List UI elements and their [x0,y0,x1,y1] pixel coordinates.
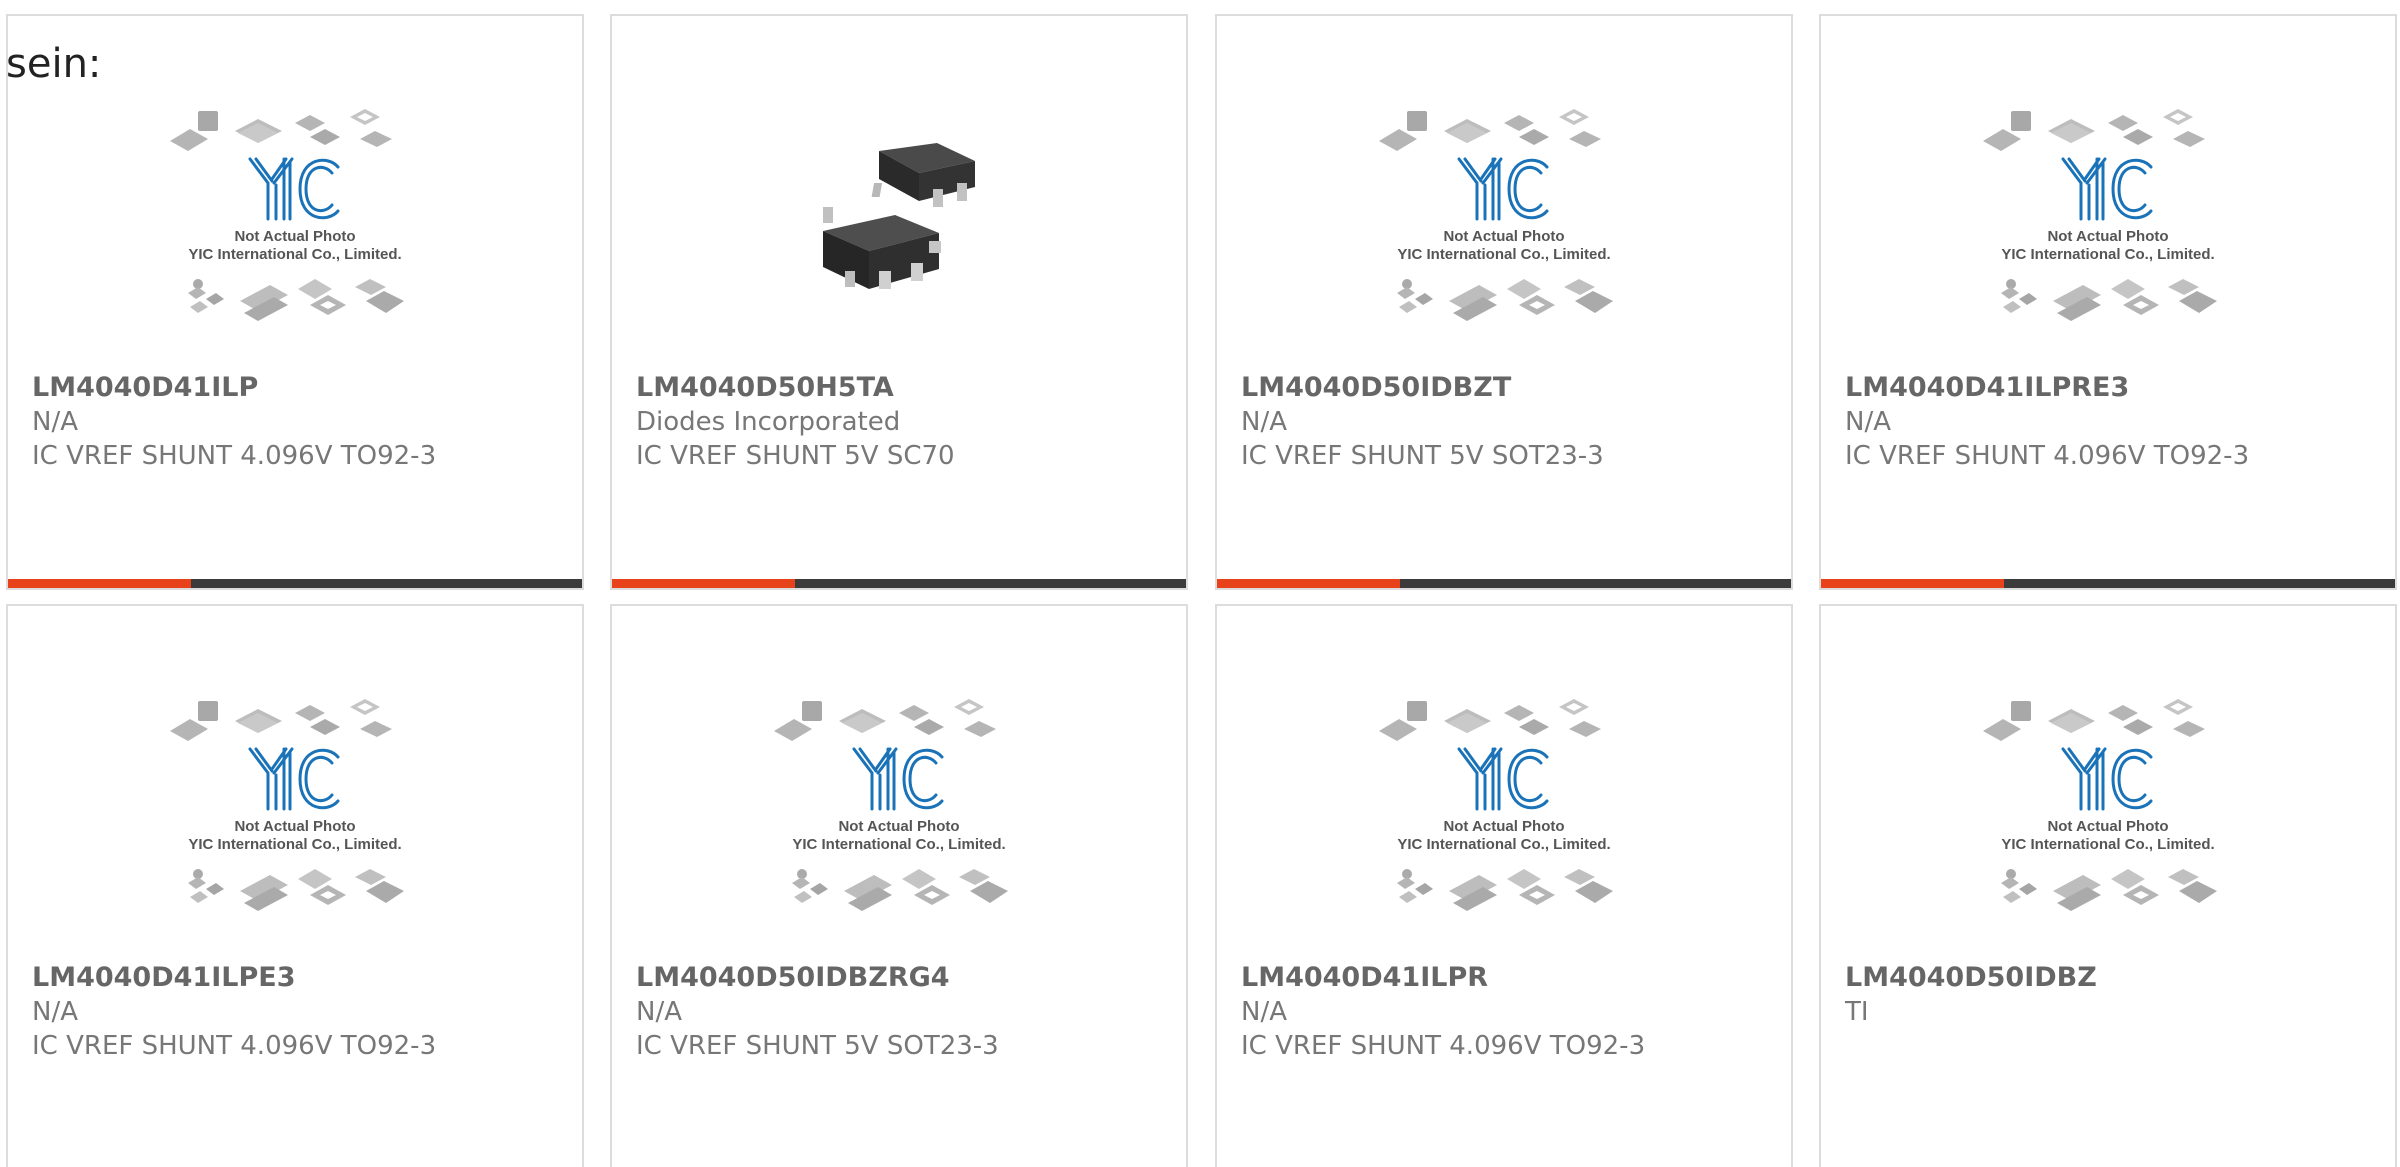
placeholder-line1: Not Actual Photo [234,818,355,835]
description: IC VREF SHUNT 5V SC70 [636,441,955,471]
product-info: LM4040D50H5TA Diodes Incorporated IC VREF … [636,371,1176,473]
product-image[interactable]: Not Actual Photo YIC International Co., … [1821,86,2395,356]
placeholder-line1: Not Actual Photo [2047,818,2168,835]
card-bottom-bar-accent [8,579,191,588]
product-info: LM4040D50IDBZ TI [1845,961,2385,1029]
yic-placeholder-image: Not Actual Photo YIC International Co., … [774,699,1008,911]
card-bottom-bar [1821,579,2395,588]
product-info: LM4040D41ILPR N/A IC VREF SHUNT 4.096V TO9… [1241,961,1781,1063]
yic-placeholder-image: Not Actual Photo YIC International Co., … [170,699,404,911]
part-number-link[interactable]: LM4040D41ILPE3 [32,961,572,995]
placeholder-line1: Not Actual Photo [1443,818,1564,835]
part-number-link[interactable]: LM4040D41ILPR [1241,961,1781,995]
product-card[interactable]: LM4040D50H5TA Diodes Incorporated IC VREF … [610,14,1188,590]
part-number-link[interactable]: LM4040D50IDBZ [1845,961,2385,995]
manufacturer: TI [1845,997,1869,1027]
placeholder-line2: YIC International Co., Limited. [2001,836,2214,853]
placeholder-line2: YIC International Co., Limited. [1397,836,1610,853]
product-image[interactable]: Not Actual Photo YIC International Co., … [1821,676,2395,946]
yic-placeholder-image: Not Actual Photo YIC International Co., … [1379,699,1613,911]
card-bottom-bar [612,579,1186,588]
yic-placeholder-image: Not Actual Photo YIC International Co., … [1983,109,2217,321]
manufacturer: Diodes Incorporated [636,407,901,437]
product-info: LM4040D41ILP N/A IC VREF SHUNT 4.096V TO92… [32,371,572,473]
placeholder-line1: Not Actual Photo [1443,228,1564,245]
product-card[interactable]: Not Actual Photo YIC International Co., … [1215,14,1793,590]
description: IC VREF SHUNT 5V SOT23-3 [1241,441,1604,471]
card-bottom-bar [8,579,582,588]
manufacturer: N/A [1241,407,1287,437]
yic-placeholder-image: Not Actual Photo YIC International Co., … [170,109,404,321]
product-grid: Not Actual Photo YIC International Co., … [0,0,2400,1167]
product-image[interactable]: Not Actual Photo YIC International Co., … [1217,676,1791,946]
description: IC VREF SHUNT 4.096V TO92-3 [32,1031,437,1061]
part-number-link[interactable]: LM4040D50IDBZRG4 [636,961,1176,995]
description: IC VREF SHUNT 4.096V TO92-3 [1845,441,2250,471]
product-card[interactable]: Not Actual Photo YIC International Co., … [6,14,584,590]
product-image[interactable]: Not Actual Photo YIC International Co., … [1217,86,1791,356]
part-number-link[interactable]: LM4040D41ILPRE3 [1845,371,2385,405]
placeholder-line1: Not Actual Photo [234,228,355,245]
yic-placeholder-image: Not Actual Photo YIC International Co., … [1379,109,1613,321]
product-info: LM4040D41ILPRE3 N/A IC VREF SHUNT 4.096V T… [1845,371,2385,473]
yic-placeholder-image: Not Actual Photo YIC International Co., … [1983,699,2217,911]
product-card[interactable]: Not Actual Photo YIC International Co., … [1819,604,2397,1167]
card-bottom-bar-accent [1821,579,2004,588]
part-number-link[interactable]: LM4040D50IDBZT [1241,371,1781,405]
manufacturer: N/A [1241,997,1287,1027]
description: IC VREF SHUNT 5V SOT23-3 [636,1031,999,1061]
card-bottom-bar-accent [1217,579,1400,588]
product-info: LM4040D50IDBZRG4 N/A IC VREF SHUNT 5V SOT2… [636,961,1176,1063]
product-info: LM4040D50IDBZT N/A IC VREF SHUNT 5V SOT23-… [1241,371,1781,473]
placeholder-line2: YIC International Co., Limited. [188,246,401,263]
product-info: LM4040D41ILPE3 N/A IC VREF SHUNT 4.096V TO… [32,961,572,1063]
placeholder-line2: YIC International Co., Limited. [188,836,401,853]
part-number-link[interactable]: LM4040D50H5TA [636,371,1176,405]
product-grid-page: sein: Not Actual Photo YIC International… [0,0,2400,1167]
placeholder-line2: YIC International Co., Limited. [792,836,1005,853]
manufacturer: N/A [32,407,78,437]
product-image[interactable]: Not Actual Photo YIC International Co., … [612,676,1186,946]
part-number-link[interactable]: LM4040D41ILP [32,371,572,405]
placeholder-line1: Not Actual Photo [838,818,959,835]
product-card[interactable]: Not Actual Photo YIC International Co., … [6,604,584,1167]
card-bottom-bar [1217,579,1791,588]
card-bottom-bar-accent [612,579,795,588]
sc70-package-photo [823,143,975,289]
description: IC VREF SHUNT 4.096V TO92-3 [1241,1031,1646,1061]
product-card[interactable]: Not Actual Photo YIC International Co., … [1819,14,2397,590]
manufacturer: N/A [1845,407,1891,437]
product-image[interactable]: Not Actual Photo YIC International Co., … [8,86,582,356]
intro-text: sein: [6,41,102,87]
product-image[interactable] [612,86,1186,356]
manufacturer: N/A [32,997,78,1027]
product-image[interactable]: Not Actual Photo YIC International Co., … [8,676,582,946]
product-card[interactable]: Not Actual Photo YIC International Co., … [1215,604,1793,1167]
product-card[interactable]: Not Actual Photo YIC International Co., … [610,604,1188,1167]
placeholder-line1: Not Actual Photo [2047,228,2168,245]
description: IC VREF SHUNT 4.096V TO92-3 [32,441,437,471]
placeholder-line2: YIC International Co., Limited. [1397,246,1610,263]
placeholder-line2: YIC International Co., Limited. [2001,246,2214,263]
manufacturer: N/A [636,997,682,1027]
